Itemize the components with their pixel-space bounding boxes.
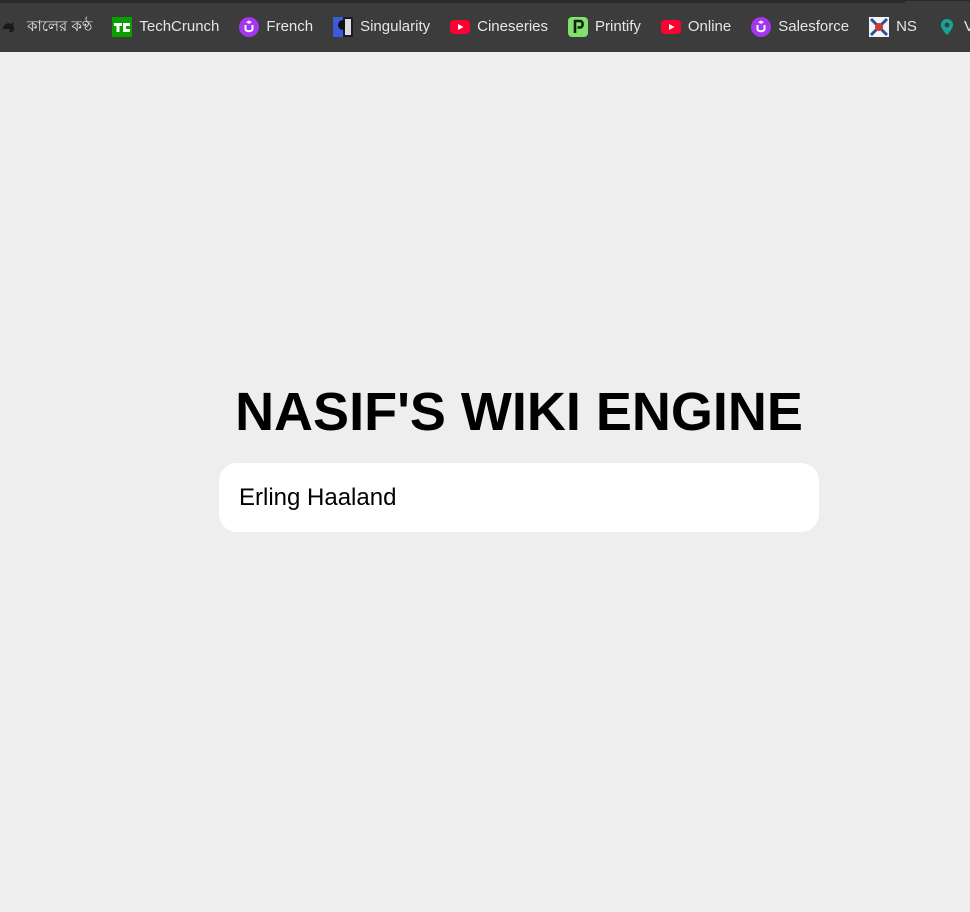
bookmark-label: কালের কণ্ঠ [27,17,93,35]
bookmark-label: French [266,17,314,35]
bookmark-salesforce[interactable]: Salesforce [751,11,859,43]
youtube-icon [660,17,681,37]
kaler-kantho-icon [0,17,20,37]
youtube-icon [450,17,471,37]
bookmarks-bar: কালের কণ্ঠ TechCrunch French Singularity… [0,0,970,52]
bookmark-label: Online [687,17,732,35]
page-content: NASIF'S WIKI ENGINE [0,52,970,912]
ns-icon [869,16,890,37]
bookmark-printify[interactable]: Printify [568,11,651,43]
bookmark-ns[interactable]: NS [869,11,927,43]
udemy-icon [751,16,772,37]
map-pin-icon [937,17,957,37]
singularity-icon [333,16,354,37]
udemy-icon [239,16,260,37]
bookmark-label: Printify [595,17,641,35]
bookmark-techcrunch[interactable]: TechCrunch [112,11,229,43]
bookmark-kaler-kantho[interactable]: কালের কণ্ঠ [0,11,102,43]
bookmark-label: Cineseries [477,17,549,35]
bookmark-online[interactable]: Online [660,11,741,43]
bookmark-cineseries[interactable]: Cineseries [450,11,558,43]
bookmark-label: NS [896,17,917,35]
techcrunch-icon [112,16,133,37]
search-input[interactable] [219,463,819,532]
printify-icon [568,16,589,37]
tab-strip-edge [0,1,905,3]
bookmark-label: Singularity [360,17,431,35]
page-title: NASIF'S WIKI ENGINE [235,382,803,442]
bookmark-french[interactable]: French [239,11,323,43]
bookmark-label: TechCrunch [139,17,220,35]
bookmark-v[interactable]: V [937,11,970,43]
bookmark-label: Salesforce [778,17,850,35]
bookmark-label: V [964,17,970,37]
bookmark-singularity[interactable]: Singularity [333,11,440,43]
